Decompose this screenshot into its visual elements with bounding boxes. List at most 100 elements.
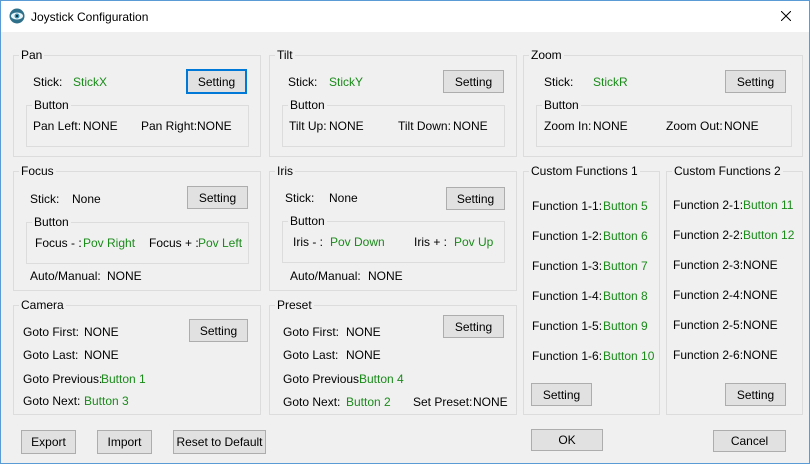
- custom-functions-2-group: Custom Functions 2 Function 2-1: Button …: [666, 164, 803, 415]
- focus-minus-value: Pov Right: [83, 236, 136, 250]
- focus-title: Focus: [19, 164, 56, 178]
- pan-stick-label: Stick:: [33, 75, 63, 89]
- custom1-item-5-value: Button 9: [603, 319, 648, 333]
- iris-setting-button[interactable]: Setting: [446, 187, 505, 210]
- custom2-item-6-label: Function 2-6:: [673, 348, 744, 362]
- focus-button-title: Button: [32, 215, 71, 229]
- custom2-item-3-value: NONE: [743, 258, 778, 272]
- iris-title: Iris: [275, 164, 295, 178]
- custom1-setting-button[interactable]: Setting: [531, 383, 592, 406]
- focus-stick-label: Stick:: [30, 192, 60, 206]
- preset-set-value: NONE: [473, 395, 508, 409]
- tilt-stick-label: Stick:: [288, 75, 318, 89]
- custom1-item-3-value: Button 7: [603, 259, 648, 273]
- camera-next-label: Goto Next:: [23, 394, 81, 408]
- camera-setting-button[interactable]: Setting: [189, 319, 248, 342]
- custom1-item-1-label: Function 1-1:: [532, 199, 603, 213]
- custom2-item-1-value: Button 11: [743, 198, 794, 212]
- custom2-item-1-label: Function 2-1:: [673, 198, 744, 212]
- focus-setting-button[interactable]: Setting: [187, 186, 248, 209]
- iris-button-title: Button: [288, 214, 327, 228]
- tilt-down-value: NONE: [453, 119, 488, 133]
- iris-stick-value: None: [329, 191, 358, 205]
- custom1-item-5-label: Function 1-5:: [532, 319, 603, 333]
- focus-group: Focus Stick: None Setting Button Focus -…: [13, 164, 261, 291]
- custom2-item-5-value: NONE: [743, 318, 778, 332]
- focus-minus-label: Focus - :: [35, 236, 82, 250]
- custom2-item-4-value: NONE: [743, 288, 778, 302]
- preset-prev-value: Button 4: [359, 372, 404, 386]
- iris-auto-value: NONE: [368, 269, 403, 283]
- custom1-item-2-value: Button 6: [603, 229, 648, 243]
- pan-title: Pan: [19, 48, 45, 62]
- custom2-item-2-value: Button 12: [743, 228, 795, 242]
- custom1-item-4-value: Button 8: [603, 289, 648, 303]
- close-icon: [780, 10, 792, 24]
- iris-button-group: Button Iris - : Pov Down Iris + : Pov Up: [282, 214, 505, 263]
- custom2-item-5-label: Function 2-5:: [673, 318, 744, 332]
- pan-button-title: Button: [32, 98, 71, 112]
- custom2-item-2-label: Function 2-2:: [673, 228, 744, 242]
- zoom-in-value: NONE: [593, 119, 628, 133]
- focus-plus-label: Focus + :: [149, 236, 199, 250]
- close-button[interactable]: [763, 1, 809, 32]
- iris-auto-label: Auto/Manual:: [290, 269, 361, 283]
- custom2-setting-button[interactable]: Setting: [725, 383, 786, 406]
- export-button[interactable]: Export: [21, 430, 76, 454]
- tilt-setting-button[interactable]: Setting: [443, 70, 504, 93]
- cancel-button[interactable]: Cancel: [713, 430, 786, 452]
- preset-first-label: Goto First:: [283, 325, 340, 339]
- zoom-stick-label: Stick:: [544, 75, 574, 89]
- camera-first-label: Goto First:: [23, 325, 80, 339]
- custom2-item-3-label: Function 2-3:: [673, 258, 744, 272]
- preset-set-label: Set Preset:: [413, 395, 473, 409]
- custom2-item-6-value: NONE: [743, 348, 778, 362]
- zoom-out-value: NONE: [724, 119, 759, 133]
- preset-next-value: Button 2: [346, 395, 391, 409]
- tilt-title: Tilt: [275, 48, 295, 62]
- pan-group: Pan Stick: StickX Setting Button Pan Lef…: [13, 48, 261, 157]
- preset-last-value: NONE: [346, 348, 381, 362]
- custom-functions-1-title: Custom Functions 1: [529, 164, 640, 178]
- zoom-button-group: Button Zoom In: NONE Zoom Out: NONE: [536, 98, 792, 147]
- focus-plus-value: Pov Left: [198, 236, 243, 250]
- focus-stick-value: None: [72, 192, 101, 206]
- iris-plus-value: Pov Up: [454, 235, 494, 249]
- zoom-out-label: Zoom Out:: [666, 119, 723, 133]
- preset-next-label: Goto Next:: [283, 395, 341, 409]
- preset-prev-label: Goto Previous:: [283, 372, 363, 386]
- camera-prev-value: Button 1: [101, 372, 146, 386]
- focus-auto-value: NONE: [107, 269, 142, 283]
- pan-right-label: Pan Right:: [141, 119, 198, 133]
- zoom-button-title: Button: [542, 98, 581, 112]
- custom1-item-1-value: Button 5: [603, 199, 648, 213]
- custom1-item-3-label: Function 1-3:: [532, 259, 603, 273]
- zoom-in-label: Zoom In:: [544, 119, 592, 133]
- preset-first-value: NONE: [346, 325, 381, 339]
- custom-functions-1-group: Custom Functions 1 Function 1-1: Button …: [523, 164, 660, 415]
- window-title: Joystick Configuration: [31, 10, 149, 24]
- iris-plus-label: Iris + :: [414, 235, 448, 249]
- camera-last-value: NONE: [84, 348, 119, 362]
- zoom-group: Zoom Stick: StickR Setting Button Zoom I…: [523, 48, 803, 157]
- eye-icon: [9, 8, 25, 24]
- tilt-button-title: Button: [288, 98, 327, 112]
- reset-to-default-button[interactable]: Reset to Default: [173, 430, 266, 454]
- tilt-button-group: Button Tilt Up: NONE Tilt Down: NONE: [282, 98, 505, 147]
- zoom-setting-button[interactable]: Setting: [725, 70, 786, 93]
- custom2-item-4-label: Function 2-4:: [673, 288, 744, 302]
- camera-prev-label: Goto Previous:: [23, 372, 103, 386]
- ok-button[interactable]: OK: [531, 429, 603, 451]
- camera-last-label: Goto Last:: [23, 348, 79, 362]
- import-button[interactable]: Import: [97, 430, 152, 454]
- iris-minus-value: Pov Down: [330, 235, 385, 249]
- custom1-item-6-label: Function 1-6:: [532, 349, 603, 363]
- pan-right-value: NONE: [197, 119, 232, 133]
- preset-title: Preset: [275, 298, 314, 312]
- preset-setting-button[interactable]: Setting: [443, 315, 504, 338]
- title-bar: Joystick Configuration: [1, 1, 809, 32]
- tilt-group: Tilt Stick: StickY Setting Button Tilt U…: [269, 48, 517, 157]
- pan-left-value: NONE: [83, 119, 118, 133]
- joystick-config-window: Joystick Configuration Pan Stick: StickX…: [0, 0, 810, 464]
- pan-setting-button[interactable]: Setting: [186, 69, 247, 94]
